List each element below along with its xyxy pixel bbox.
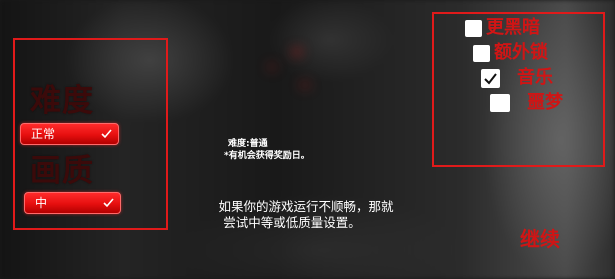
option-label: 噩梦 — [527, 92, 563, 113]
option-darker[interactable]: 更黑暗 — [465, 18, 540, 38]
background-light-spot — [292, 48, 302, 56]
option-label: 额外锁 — [494, 42, 548, 63]
darker-checkbox[interactable] — [465, 19, 482, 37]
quality-value: 中 — [35, 196, 48, 210]
checkmark-icon — [484, 72, 497, 85]
difficulty-info: 难度:普通 — [228, 139, 268, 149]
difficulty-value: 正常 — [31, 127, 56, 141]
performance-hint-line-2: 尝试中等或低质量设置。 — [223, 215, 361, 230]
background-light-spot — [268, 64, 276, 70]
option-label: 音乐 — [517, 67, 553, 88]
background-light-spot — [300, 82, 310, 88]
reward-info: *有机会获得奖励日。 — [224, 151, 310, 161]
option-extra-locks[interactable]: 额外锁 — [473, 43, 548, 63]
quality-dropdown[interactable]: 中 — [24, 192, 121, 214]
music-checkbox[interactable] — [481, 68, 500, 88]
quality-heading: 画质 — [30, 153, 94, 189]
checkmark-icon — [103, 198, 114, 208]
difficulty-dropdown[interactable]: 正常 — [20, 123, 119, 145]
performance-hint-line-1: 如果你的游戏运行不顺畅，那就 — [218, 199, 394, 214]
continue-button[interactable]: 继续 — [520, 229, 560, 249]
option-music[interactable]: 音乐 — [481, 68, 553, 88]
option-nightmare[interactable]: 噩梦 — [490, 93, 563, 113]
nightmare-checkbox[interactable] — [490, 94, 510, 112]
checkmark-icon — [101, 129, 112, 139]
option-label: 更黑暗 — [486, 17, 540, 38]
game-settings-screen: 难度 正常 画质 中 更黑暗 额外锁 音乐 噩梦 难度:普通 *有机会获得奖励日… — [0, 0, 615, 279]
difficulty-heading: 难度 — [30, 83, 94, 119]
extra-locks-checkbox[interactable] — [473, 44, 490, 62]
